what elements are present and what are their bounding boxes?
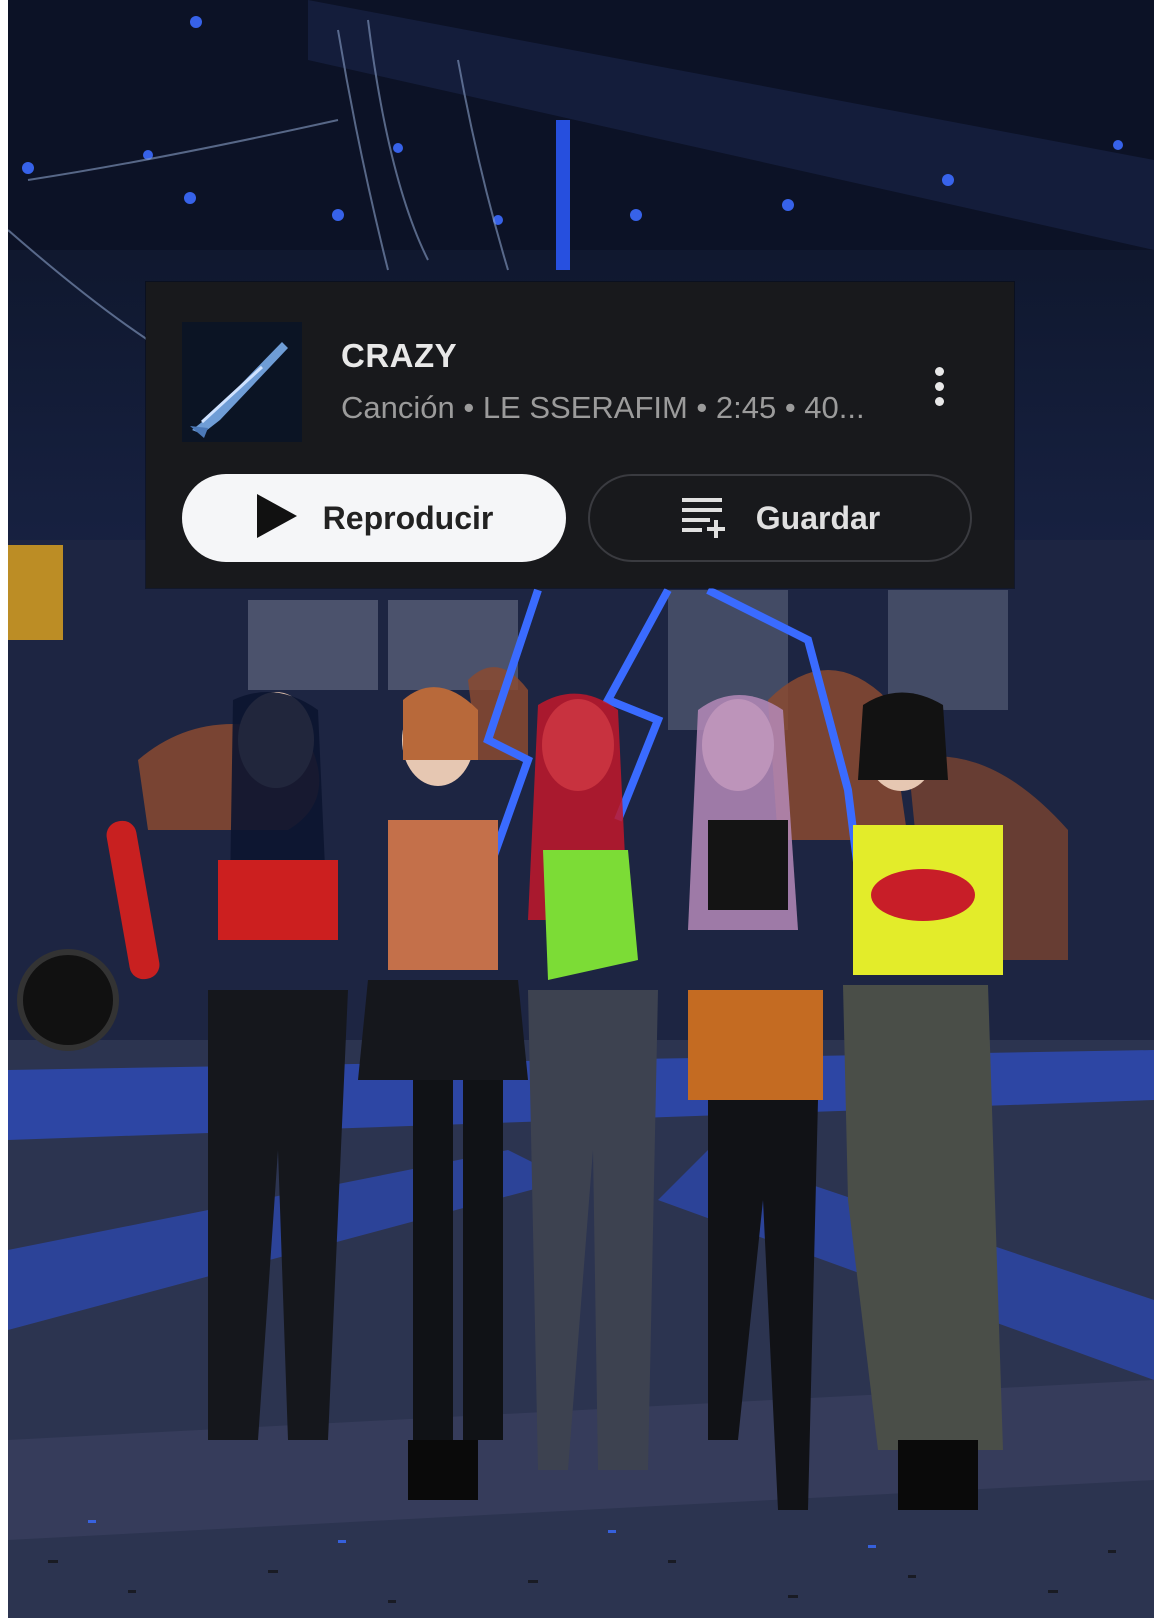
save-button[interactable]: Guardar	[588, 474, 972, 562]
left-edge	[0, 0, 8, 1618]
more-vert-icon	[934, 366, 944, 376]
album-art-image	[182, 322, 302, 442]
play-button-label: Reproducir	[322, 499, 494, 536]
more-vert-icon-dot-3	[934, 396, 944, 406]
song-metadata: Canción • LE SSERAFIM • 2:45 • 40...	[341, 390, 865, 425]
background-photo	[8, 0, 1154, 1618]
song-result-card[interactable]: CRAZY Canción • LE SSERAFIM • 2:45 • 40.…	[146, 282, 1014, 588]
more-options-button[interactable]	[914, 354, 964, 418]
screen: CRAZY Canción • LE SSERAFIM • 2:45 • 40.…	[0, 0, 1154, 1618]
song-title: CRAZY	[341, 337, 458, 374]
more-vert-icon-dot-2	[934, 381, 944, 391]
play-icon	[255, 492, 299, 545]
playlist-add-icon	[680, 492, 730, 545]
save-button-label: Guardar	[755, 499, 881, 536]
album-art-thumbnail[interactable]	[182, 322, 302, 442]
play-button[interactable]: Reproducir	[182, 474, 566, 562]
